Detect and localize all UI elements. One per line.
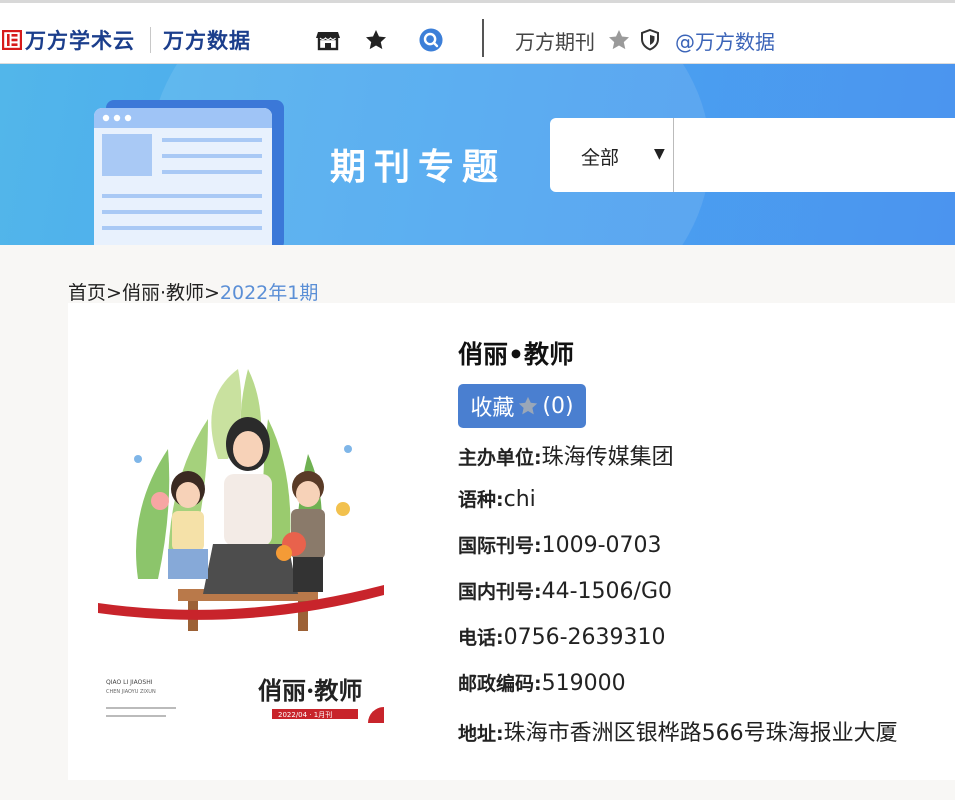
favorite-count: (0)	[542, 393, 574, 419]
breadcrumb: 首页>俏丽·教师>2022年1期	[68, 278, 318, 305]
search-input[interactable]	[676, 126, 955, 184]
wanfang-logo-icon[interactable]	[2, 30, 22, 50]
info-row-issn: 国际刊号:1009-0703	[458, 531, 662, 558]
hero-banner: 期刊专题 全部 ▼	[0, 64, 955, 245]
cover-small-text: CHEN JIAOYU ZIXUN	[106, 689, 156, 695]
field-value: 珠海传媒集团	[541, 445, 674, 470]
journal-info-panel: QIAO LI JIAOSHI CHEN JIAOYU ZIXUN 俏丽·教师 …	[68, 303, 955, 780]
wanfang-handle-link[interactable]: @万方数据	[675, 26, 775, 55]
shield-icon[interactable]	[638, 28, 662, 52]
top-bar: 万方学术云 万方数据 万方期刊 @万方数据	[0, 0, 955, 64]
cover-issue-band: 2022/04 · 1月刊	[278, 711, 332, 719]
search-scope-label: 全部	[581, 147, 620, 169]
breadcrumb-separator: >	[106, 282, 122, 304]
field-label: 主办单位:	[458, 447, 542, 469]
field-label: 国际刊号:	[458, 535, 542, 557]
search-box: 全部 ▼	[550, 118, 955, 192]
favorite-label: 收藏	[470, 396, 515, 421]
store-icon[interactable]	[315, 28, 341, 52]
field-value: 珠海市香洲区银桦路566号珠海报业大厦	[503, 721, 898, 746]
journal-title: 俏丽•教师	[458, 340, 574, 369]
star-icon	[519, 396, 538, 415]
field-label: 语种:	[458, 489, 504, 511]
logo-divider	[150, 27, 151, 53]
field-value: 519000	[541, 671, 626, 696]
field-value: 44-1506/G0	[541, 579, 672, 604]
breadcrumb-current-issue: 2022年1期	[219, 282, 319, 304]
document-illustration-icon	[94, 100, 284, 245]
star-icon[interactable]	[607, 28, 631, 52]
logo-primary[interactable]: 万方学术云	[25, 25, 135, 55]
search-scope-dropdown[interactable]: 全部 ▼	[550, 118, 674, 192]
cover-small-text: QIAO LI JIAOSHI	[106, 679, 153, 686]
info-row-phone: 电话:0756-2639310	[458, 623, 666, 650]
star-icon[interactable]	[363, 28, 389, 52]
logo-secondary[interactable]: 万方数据	[163, 25, 251, 55]
journal-label[interactable]: 万方期刊	[515, 26, 595, 55]
field-label: 国内刊号:	[458, 581, 542, 603]
favorite-button[interactable]: 收藏 (0)	[458, 384, 586, 428]
field-label: 电话:	[458, 627, 504, 649]
info-row-postcode: 邮政编码:519000	[458, 669, 626, 696]
info-row-language: 语种:chi	[458, 485, 536, 512]
search-circle-icon[interactable]	[418, 28, 444, 52]
info-row-cn: 国内刊号:44-1506/G0	[458, 577, 672, 604]
toolbar-separator	[482, 19, 484, 57]
field-value: 1009-0703	[541, 533, 662, 558]
breadcrumb-separator: >	[203, 282, 220, 304]
field-value: chi	[503, 487, 536, 512]
field-label: 邮政编码:	[458, 673, 542, 695]
banner-title: 期刊专题	[330, 147, 507, 188]
info-row-address: 地址:珠海市香洲区银桦路566号珠海报业大厦	[458, 715, 898, 747]
breadcrumb-journal[interactable]: 俏丽·教师	[122, 282, 204, 304]
journal-cover-image[interactable]: QIAO LI JIAOSHI CHEN JIAOYU ZIXUN 俏丽·教师 …	[98, 339, 384, 723]
cover-title: 俏丽·教师	[258, 676, 362, 705]
breadcrumb-home[interactable]: 首页	[68, 282, 106, 304]
caret-down-icon: ▼	[654, 146, 665, 162]
field-label: 地址:	[458, 723, 504, 745]
info-row-sponsor: 主办单位:珠海传媒集团	[458, 439, 674, 471]
field-value: 0756-2639310	[503, 625, 666, 650]
